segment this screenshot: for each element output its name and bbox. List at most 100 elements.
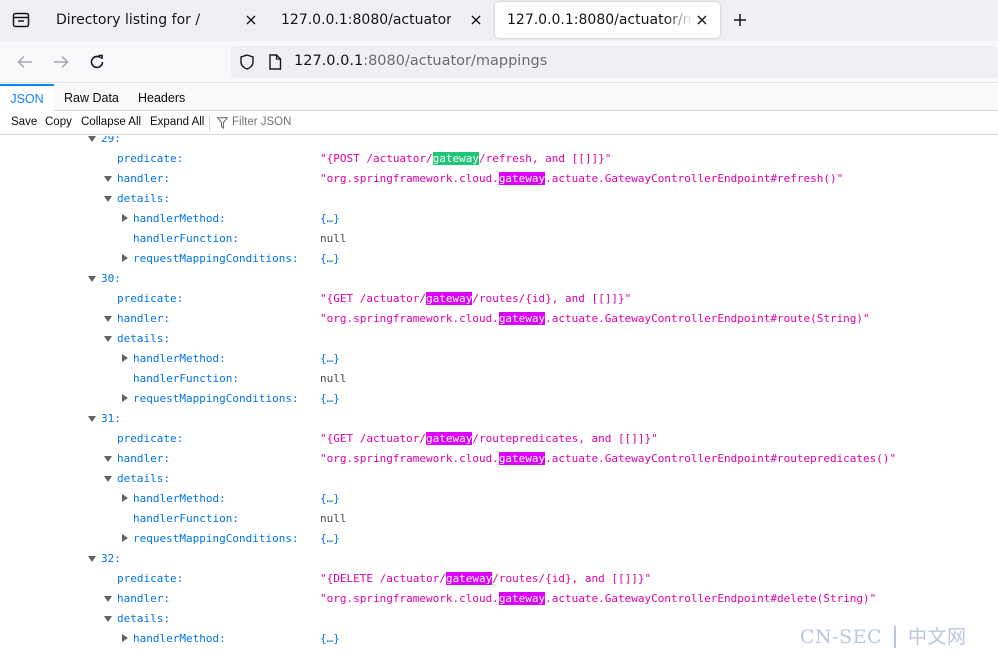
collapsed-triangle-icon[interactable]: [122, 634, 128, 642]
expanded-triangle-icon[interactable]: [104, 456, 112, 462]
json-value[interactable]: {…}: [320, 389, 340, 409]
watermark-divider: [894, 626, 897, 648]
close-tab-button[interactable]: [243, 12, 259, 28]
expanded-triangle-icon[interactable]: [104, 336, 112, 342]
json-value: "org.springframework.cloud.gateway.actua…: [320, 452, 897, 465]
json-key: 32:: [101, 552, 121, 565]
expanded-triangle-icon[interactable]: [88, 136, 96, 142]
json-value[interactable]: {…}: [320, 629, 340, 649]
url-text[interactable]: 127.0.0.1:8080/actuator/mappings: [294, 53, 547, 69]
handler-method-row[interactable]: handlerMethod: {…}: [0, 209, 998, 229]
handler-row[interactable]: handler: "org.springframework.cloud.gatew…: [0, 169, 998, 189]
tab-directory-listing[interactable]: Directory listing for /: [44, 2, 269, 38]
json-key: predicate:: [117, 152, 184, 165]
json-key: predicate:: [117, 292, 184, 305]
handler-row[interactable]: handler: "org.springframework.cloud.gatew…: [0, 449, 998, 469]
search-match: gateway: [425, 292, 473, 305]
copy-button[interactable]: Copy: [45, 116, 72, 128]
handler-row[interactable]: handler: "org.springframework.cloud.gatew…: [0, 589, 998, 609]
tab-overview-button[interactable]: [6, 6, 36, 34]
close-tab-button[interactable]: [694, 12, 710, 28]
json-value: null: [320, 512, 347, 525]
json-key: predicate:: [117, 432, 184, 445]
collapsed-triangle-icon[interactable]: [122, 214, 128, 222]
tracking-protection-shield-icon[interactable]: [239, 54, 255, 70]
json-key: handler:: [117, 592, 170, 605]
json-value: null: [320, 372, 347, 385]
search-match: gateway: [498, 452, 546, 465]
filter-json-input[interactable]: Filter JSON: [232, 116, 291, 128]
tab-actuator[interactable]: 127.0.0.1:8080/actuator/: [269, 2, 494, 38]
json-key: predicate:: [117, 572, 184, 585]
json-key: handlerFunction:: [133, 512, 239, 525]
expanded-triangle-icon[interactable]: [88, 556, 96, 562]
page-info-icon[interactable]: [268, 54, 282, 70]
json-value[interactable]: {…}: [320, 209, 340, 229]
address-bar[interactable]: 127.0.0.1:8080/actuator/mappings: [231, 46, 998, 78]
handler-method-row[interactable]: handlerMethod: {…}: [0, 349, 998, 369]
json-value: "{GET /actuator/gateway/routes/{id}, and…: [320, 292, 632, 305]
details-row[interactable]: details:: [0, 469, 998, 489]
json-value[interactable]: {…}: [320, 489, 340, 509]
json-key: 29:: [101, 136, 121, 145]
close-tab-button[interactable]: [468, 12, 484, 28]
tab-title: Directory listing for /: [56, 12, 201, 28]
details-row[interactable]: details:: [0, 189, 998, 209]
expanded-triangle-icon[interactable]: [104, 176, 112, 182]
tab-strip: Directory listing for / 127.0.0.1:8080/a…: [0, 0, 998, 41]
json-key: handlerFunction:: [133, 372, 239, 385]
json-value[interactable]: {…}: [320, 249, 340, 269]
handler-function-row: handlerFunction: null: [0, 369, 998, 389]
url-path: :8080/actuator/mappings: [363, 53, 548, 69]
collapsed-triangle-icon[interactable]: [122, 494, 128, 502]
json-key: requestMappingConditions:: [133, 252, 299, 265]
tab-headers[interactable]: Headers: [138, 84, 185, 111]
search-match: gateway: [425, 432, 473, 445]
expanded-triangle-icon[interactable]: [104, 596, 112, 602]
json-value[interactable]: {…}: [320, 349, 340, 369]
json-key: requestMappingConditions:: [133, 392, 299, 405]
mapping-entry[interactable]: 32:: [0, 549, 998, 569]
tab-json[interactable]: JSON: [0, 84, 54, 111]
mapping-entry[interactable]: 29:: [0, 136, 998, 149]
close-icon: [697, 15, 707, 25]
tab-actuator-mappings[interactable]: 127.0.0.1:8080/actuator/mappings: [495, 2, 720, 38]
json-viewer-tabs: JSON Raw Data Headers: [0, 84, 998, 111]
json-key: details:: [117, 472, 170, 485]
save-button[interactable]: Save: [11, 116, 37, 128]
new-tab-button[interactable]: [729, 9, 751, 31]
json-viewer-toolbar: Save Copy Collapse All Expand All Filter…: [0, 111, 998, 135]
mapping-entry[interactable]: 31:: [0, 409, 998, 429]
mapping-entry[interactable]: 30:: [0, 269, 998, 289]
expanded-triangle-icon[interactable]: [104, 196, 112, 202]
expanded-triangle-icon[interactable]: [88, 276, 96, 282]
expand-all-button[interactable]: Expand All: [150, 116, 204, 128]
expanded-triangle-icon[interactable]: [104, 316, 112, 322]
collapsed-triangle-icon[interactable]: [122, 254, 128, 262]
collapse-all-button[interactable]: Collapse All: [81, 116, 141, 128]
expanded-triangle-icon[interactable]: [104, 616, 112, 622]
handler-method-row[interactable]: handlerMethod: {…}: [0, 489, 998, 509]
expanded-triangle-icon[interactable]: [88, 416, 96, 422]
request-mapping-conditions-row[interactable]: requestMappingConditions: {…}: [0, 249, 998, 269]
request-mapping-conditions-row[interactable]: requestMappingConditions: {…}: [0, 529, 998, 549]
collapsed-triangle-icon[interactable]: [122, 534, 128, 542]
expanded-triangle-icon[interactable]: [104, 476, 112, 482]
json-key: handler:: [117, 452, 170, 465]
collapsed-triangle-icon[interactable]: [122, 354, 128, 362]
watermark-left: CN-SEC: [800, 626, 883, 648]
json-key: 31:: [101, 412, 121, 425]
details-row[interactable]: details:: [0, 329, 998, 349]
watermark: CN-SEC 中文网: [800, 622, 967, 649]
collapsed-triangle-icon[interactable]: [122, 394, 128, 402]
handler-row[interactable]: handler: "org.springframework.cloud.gatew…: [0, 309, 998, 329]
close-icon: [471, 15, 481, 25]
back-button[interactable]: [13, 50, 37, 74]
predicate-row: predicate: "{GET /actuator/gateway/routep…: [0, 429, 998, 449]
request-mapping-conditions-row[interactable]: requestMappingConditions: {…}: [0, 389, 998, 409]
json-value[interactable]: {…}: [320, 529, 340, 549]
forward-button[interactable]: [49, 50, 73, 74]
tab-raw-data[interactable]: Raw Data: [64, 84, 119, 111]
search-match: gateway: [445, 572, 493, 585]
reload-button[interactable]: [85, 50, 109, 74]
